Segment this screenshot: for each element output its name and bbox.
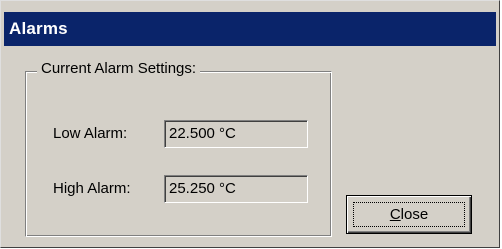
close-button-label: Close: [347, 206, 471, 223]
alarm-settings-group: [25, 71, 332, 237]
title-bar[interactable]: Alarms: [4, 12, 496, 46]
close-label-rest: lose: [400, 206, 429, 223]
window-title: Alarms: [9, 19, 68, 38]
high-alarm-field: 25.250 °C: [164, 175, 308, 203]
close-mnemonic: C: [389, 206, 401, 223]
close-button[interactable]: Close: [346, 195, 472, 234]
alarm-settings-group-label: Current Alarm Settings:: [37, 60, 201, 77]
high-alarm-label: High Alarm:: [53, 180, 131, 197]
low-alarm-field: 22.500 °C: [164, 120, 308, 148]
low-alarm-label: Low Alarm:: [53, 125, 128, 142]
alarms-dialog: Alarms Current Alarm Settings: Low Alarm…: [0, 0, 500, 248]
